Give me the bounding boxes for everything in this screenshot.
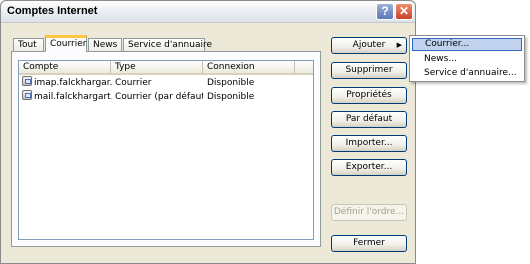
cell-type: Courrier (115, 78, 152, 88)
window-title: Comptes Internet (7, 5, 98, 17)
exporter-button[interactable]: Exporter... (331, 159, 407, 176)
close-button[interactable]: ✕ (395, 3, 413, 20)
help-button[interactable]: ? (376, 3, 394, 20)
mail-account-icon (22, 76, 32, 86)
title-bar: Comptes Internet ? ✕ (1, 1, 415, 23)
tab-service-annuaire[interactable]: Service d'annuaire (123, 38, 212, 52)
column-header-connexion[interactable]: Connexion (203, 61, 295, 75)
proprietes-button[interactable]: Propriétés (331, 87, 407, 104)
cell-connexion: Disponible (207, 78, 255, 88)
cell-compte: imap.falckhargar... (22, 76, 112, 90)
menu-item-courrier[interactable]: Courrier... (412, 38, 522, 51)
cell-type: Courrier (par défaut) (115, 92, 203, 102)
account-name: mail.falckhargart... (34, 92, 112, 102)
tab-courrier[interactable]: Courrier (45, 35, 87, 52)
submenu-arrow-icon: ▶ (396, 41, 402, 49)
tab-tout[interactable]: Tout (13, 38, 44, 52)
ajouter-menu: Courrier... News... Service d'annuaire..… (409, 35, 525, 82)
par-defaut-button[interactable]: Par défaut (331, 111, 407, 128)
table-row[interactable]: mail.falckhargart... Courrier (par défau… (19, 90, 313, 104)
accounts-list[interactable]: Compte Type Connexion imap.falckhargar..… (18, 60, 314, 240)
cell-connexion: Disponible (207, 92, 255, 102)
tab-panel-courrier: Compte Type Connexion imap.falckhargar..… (11, 51, 321, 247)
cell-compte: mail.falckhargart... (22, 90, 112, 104)
table-row[interactable]: imap.falckhargar... Courrier Disponible (19, 76, 313, 90)
internet-accounts-dialog: Comptes Internet ? ✕ Tout Courrier News … (0, 0, 416, 264)
column-header-compte[interactable]: Compte (19, 61, 111, 75)
column-header-filler (295, 61, 313, 75)
mail-account-icon (22, 90, 32, 100)
ajouter-label: Ajouter (352, 40, 386, 50)
supprimer-button[interactable]: Supprimer (331, 62, 407, 79)
list-header: Compte Type Connexion (19, 61, 313, 75)
ajouter-button[interactable]: Ajouter ▶ (331, 37, 407, 54)
column-header-type[interactable]: Type (111, 61, 203, 75)
definir-ordre-button[interactable]: Définir l'ordre... (331, 204, 407, 221)
menu-item-news[interactable]: News... (412, 53, 522, 66)
tab-news[interactable]: News (88, 38, 122, 52)
menu-item-service-annuaire[interactable]: Service d'annuaire... (412, 67, 522, 80)
fermer-button[interactable]: Fermer (331, 235, 407, 252)
account-name: imap.falckhargar... (34, 78, 112, 88)
importer-button[interactable]: Importer... (331, 135, 407, 152)
